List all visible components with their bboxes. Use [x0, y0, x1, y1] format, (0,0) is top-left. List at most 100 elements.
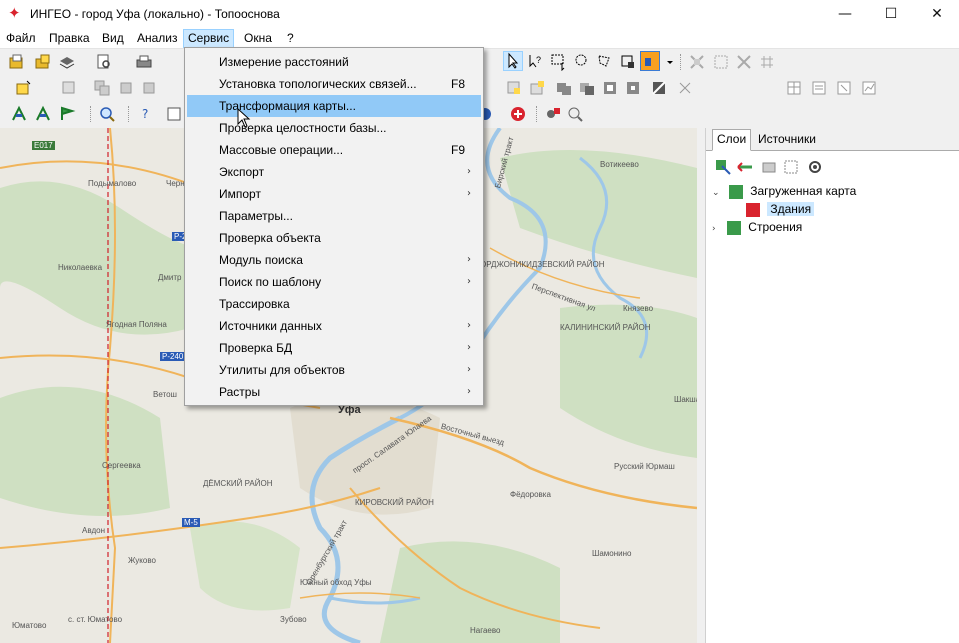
chevron-right-icon: ›: [467, 254, 471, 265]
menu-item-import[interactable]: Импорт ›: [187, 183, 481, 205]
expand-layer-icon[interactable]: [782, 158, 800, 176]
select-layer-icon[interactable]: [619, 53, 637, 71]
cut-line-icon[interactable]: [650, 79, 668, 97]
map-label-yumatovo: Юматово: [12, 621, 47, 630]
table-icon[interactable]: [785, 79, 803, 97]
open-map-icon[interactable]: [8, 53, 26, 71]
select-polygon-icon[interactable]: [596, 53, 614, 71]
menu-item-rasters[interactable]: Растры ›: [187, 381, 481, 403]
menu-item-mass-ops[interactable]: Массовые операции... F9: [187, 139, 481, 161]
menu-bar: Файл Правка Вид Анализ Сервис Окна ?: [0, 28, 959, 49]
menu-item-data-sources[interactable]: Источники данных ›: [187, 315, 481, 337]
menu-item-tracing[interactable]: Трассировка: [187, 293, 481, 315]
zoom-icon[interactable]: [98, 105, 116, 123]
snap-edge-icon[interactable]: [735, 53, 753, 71]
subtract-icon[interactable]: [601, 79, 619, 97]
add-layer-icon[interactable]: [714, 158, 732, 176]
query-icon[interactable]: ?: [140, 105, 158, 123]
attributes-icon[interactable]: [810, 79, 828, 97]
menu-item-check-integrity[interactable]: Проверка целостности базы...: [187, 117, 481, 139]
delete-object-icon[interactable]: [140, 79, 158, 97]
tree-item-loaded-map[interactable]: ⌄ Загруженная карта: [712, 182, 856, 200]
menu-item-export[interactable]: Экспорт ›: [187, 161, 481, 183]
tree-item-structures[interactable]: › Строения: [712, 218, 802, 236]
menu-item-search-module[interactable]: Модуль поиска ›: [187, 249, 481, 271]
tab-sources[interactable]: Источники: [754, 130, 820, 149]
map-label-yagodnaya: Ягодная Поляна: [106, 320, 167, 329]
rotate-icon[interactable]: [676, 79, 694, 97]
copy-object-icon[interactable]: [93, 79, 111, 97]
service-menu-dropdown: Измерение расстояний Установка топологич…: [184, 47, 484, 406]
map-label-kirovsky: КИРОВСКИЙ РАЙОН: [355, 498, 434, 507]
menu-item-topology[interactable]: Установка топологических связей... F8: [187, 73, 481, 95]
menu-item-check-db[interactable]: Проверка БД ›: [187, 337, 481, 359]
union-icon[interactable]: [555, 79, 573, 97]
tab-layers[interactable]: Слои: [712, 129, 752, 151]
add-node-icon[interactable]: [505, 79, 523, 97]
report-icon[interactable]: [860, 79, 878, 97]
georef-icon[interactable]: [10, 105, 28, 123]
georef-point-icon[interactable]: [34, 105, 52, 123]
snap-grid-icon[interactable]: [758, 53, 776, 71]
delete-node-icon[interactable]: [528, 79, 546, 97]
gear-icon[interactable]: [806, 158, 824, 176]
select-pointer-icon[interactable]: [503, 51, 523, 71]
menu-help[interactable]: ?: [283, 30, 298, 47]
tree-item-buildings[interactable]: Здания: [746, 200, 815, 218]
select-query-icon[interactable]: ?: [527, 53, 545, 71]
menu-edit[interactable]: Правка: [45, 30, 94, 47]
snap-icon[interactable]: [688, 53, 706, 71]
layers-icon[interactable]: [58, 53, 76, 71]
menu-item-transform-map[interactable]: Трансформация карты...: [187, 95, 481, 117]
style-dropdown-chevron-icon[interactable]: [661, 53, 673, 71]
close-button[interactable]: ✕: [914, 0, 959, 28]
window-title: ИНГЕО - город Уфа (локально) - Топооснов…: [30, 7, 280, 21]
chevron-down-icon[interactable]: ⌄: [712, 188, 720, 198]
map-scrollbar[interactable]: [697, 128, 703, 643]
chevron-right-icon[interactable]: ›: [712, 224, 716, 234]
print-icon[interactable]: [135, 53, 153, 71]
split-icon[interactable]: [624, 79, 642, 97]
new-object-icon[interactable]: [15, 79, 33, 97]
gear-tool-icon[interactable]: [544, 105, 562, 123]
map-label-russky-yurmash: Русский Юрмаш: [614, 462, 675, 471]
georef-flag-icon[interactable]: [58, 105, 76, 123]
map-label-m5: М-5: [182, 518, 200, 527]
toolbar-separator: [536, 106, 538, 122]
map-label-kalininsky: КАЛИНИНСКИЙ РАЙОН: [560, 323, 651, 332]
menu-item-parameters[interactable]: Параметры...: [187, 205, 481, 227]
select-lasso-icon[interactable]: [573, 53, 591, 71]
add-red-icon[interactable]: [509, 105, 527, 123]
map-label-shamonino: Шамонино: [592, 549, 632, 558]
tree-item-label: Здания: [767, 202, 815, 216]
select-rect-icon[interactable]: [550, 53, 568, 71]
open-project-icon[interactable]: [34, 53, 52, 71]
menu-analysis[interactable]: Анализ: [133, 30, 182, 47]
menu-windows[interactable]: Окна: [240, 30, 276, 47]
style-picker-icon[interactable]: [640, 51, 660, 71]
collapse-layer-icon[interactable]: [760, 158, 778, 176]
move-object-icon[interactable]: [117, 79, 135, 97]
layer-icon: [746, 202, 760, 217]
menu-item-check-object[interactable]: Проверка объекта: [187, 227, 481, 249]
menu-file[interactable]: Файл: [2, 30, 40, 47]
maximize-button[interactable]: ☐: [868, 0, 914, 28]
snap-vertex-icon[interactable]: [712, 53, 730, 71]
edit-object-icon[interactable]: [60, 79, 78, 97]
info-icon[interactable]: [165, 105, 183, 123]
menu-view[interactable]: Вид: [98, 30, 128, 47]
intersect-icon[interactable]: [578, 79, 596, 97]
search-map-icon[interactable]: [566, 105, 584, 123]
move-layer-icon[interactable]: [736, 158, 754, 176]
preview-icon[interactable]: [95, 53, 113, 71]
map-label-nikolaevka: Николаевка: [58, 263, 103, 272]
svg-text:?: ?: [142, 107, 148, 121]
minimize-button[interactable]: —: [822, 0, 868, 28]
fields-icon[interactable]: [835, 79, 853, 97]
map-label-podymalovo: Подымалово: [88, 179, 137, 188]
map-label-avdon: Авдон: [82, 526, 106, 535]
menu-item-template-search[interactable]: Поиск по шаблону ›: [187, 271, 481, 293]
menu-item-measure-distance[interactable]: Измерение расстояний: [187, 51, 481, 73]
menu-item-object-utils[interactable]: Утилиты для объектов ›: [187, 359, 481, 381]
menu-service[interactable]: Сервис: [183, 29, 235, 48]
